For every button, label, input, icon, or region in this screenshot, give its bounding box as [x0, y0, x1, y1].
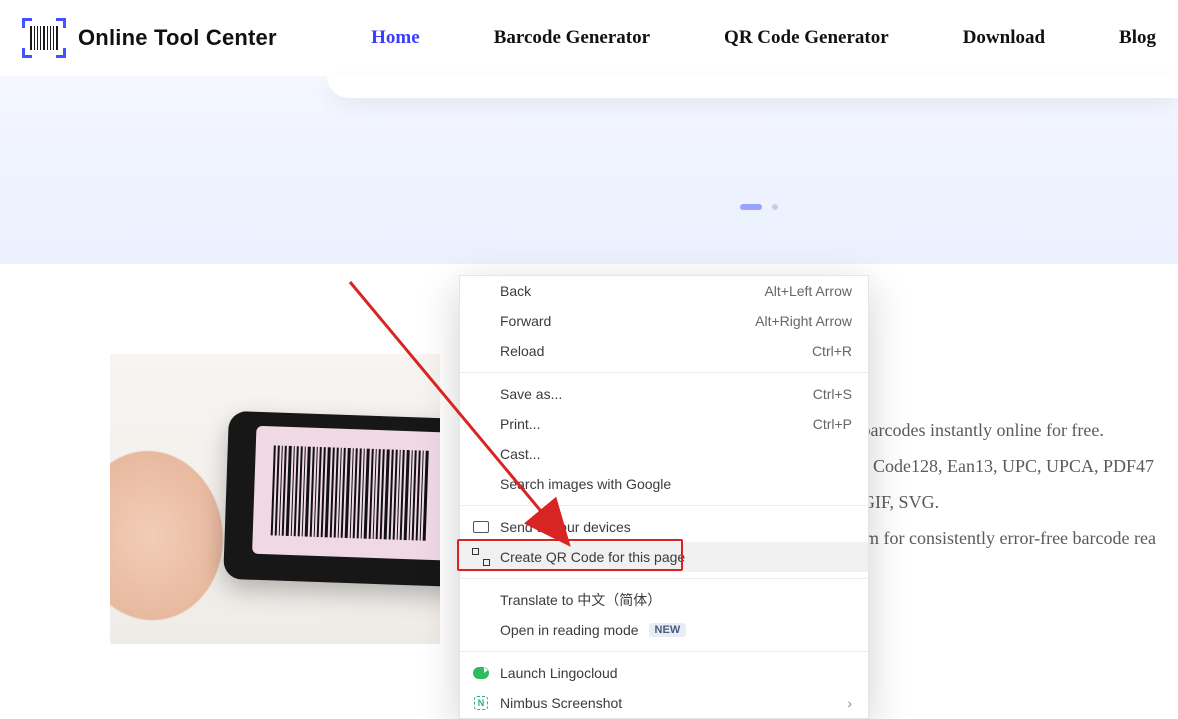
feature-image-phone-barcode: [110, 354, 440, 644]
barcode-graphic-icon: [271, 446, 440, 543]
separator: [460, 578, 868, 579]
feature-copy: an barcodes instantly online for free. n…: [840, 412, 1178, 556]
copy-line: rithm for consistently error-free barcod…: [840, 520, 1178, 556]
main-nav: Home Barcode Generator QR Code Generator…: [371, 27, 1156, 49]
ctx-back[interactable]: BackAlt+Left Arrow: [460, 276, 868, 306]
chevron-right-icon: ›: [847, 695, 852, 711]
lingocloud-icon: [472, 664, 490, 682]
new-badge: NEW: [649, 623, 687, 637]
ctx-cast[interactable]: Cast...: [460, 439, 868, 469]
nav-download[interactable]: Download: [963, 27, 1045, 49]
carousel-card-edge: [327, 76, 1178, 98]
devices-icon: [472, 518, 490, 536]
separator: [460, 505, 868, 506]
ctx-search-images-google[interactable]: Search images with Google: [460, 469, 868, 499]
nav-blog[interactable]: Blog: [1119, 27, 1156, 49]
ctx-forward[interactable]: ForwardAlt+Right Arrow: [460, 306, 868, 336]
copy-line: n as Code128, Ean13, UPC, UPCA, PDF47: [840, 448, 1178, 484]
ctx-reload[interactable]: ReloadCtrl+R: [460, 336, 868, 366]
carousel-dot-active[interactable]: [740, 204, 762, 210]
site-header: Online Tool Center Home Barcode Generato…: [0, 0, 1178, 76]
nav-home[interactable]: Home: [371, 27, 420, 49]
copy-line: G, GIF, SVG.: [840, 484, 1178, 520]
hero-strip: [0, 76, 1178, 264]
separator: [460, 372, 868, 373]
ctx-open-reading-mode[interactable]: Open in reading mode NEW: [460, 615, 868, 645]
nimbus-icon: [472, 694, 490, 712]
ctx-nimbus-screenshot[interactable]: Nimbus Screenshot ›: [460, 688, 868, 718]
ctx-save-as[interactable]: Save as...Ctrl+S: [460, 379, 868, 409]
ctx-send-to-devices[interactable]: Send to your devices: [460, 512, 868, 542]
browser-context-menu: BackAlt+Left Arrow ForwardAlt+Right Arro…: [459, 275, 869, 719]
ctx-translate[interactable]: Translate to 中文（简体）: [460, 585, 868, 615]
ctx-create-qr-code[interactable]: Create QR Code for this page: [460, 542, 868, 572]
carousel-dot[interactable]: [772, 204, 778, 210]
separator: [460, 651, 868, 652]
carousel-dots[interactable]: [740, 204, 778, 210]
barcode-logo-icon: [22, 18, 66, 58]
qr-icon: [472, 548, 490, 566]
copy-line: an barcodes instantly online for free.: [840, 412, 1178, 448]
brand[interactable]: Online Tool Center: [22, 18, 277, 58]
ctx-launch-lingocloud[interactable]: Launch Lingocloud: [460, 658, 868, 688]
nav-barcode-generator[interactable]: Barcode Generator: [494, 27, 650, 49]
ctx-print[interactable]: Print...Ctrl+P: [460, 409, 868, 439]
nav-qr-code-generator[interactable]: QR Code Generator: [724, 27, 889, 49]
brand-name: Online Tool Center: [78, 25, 277, 51]
